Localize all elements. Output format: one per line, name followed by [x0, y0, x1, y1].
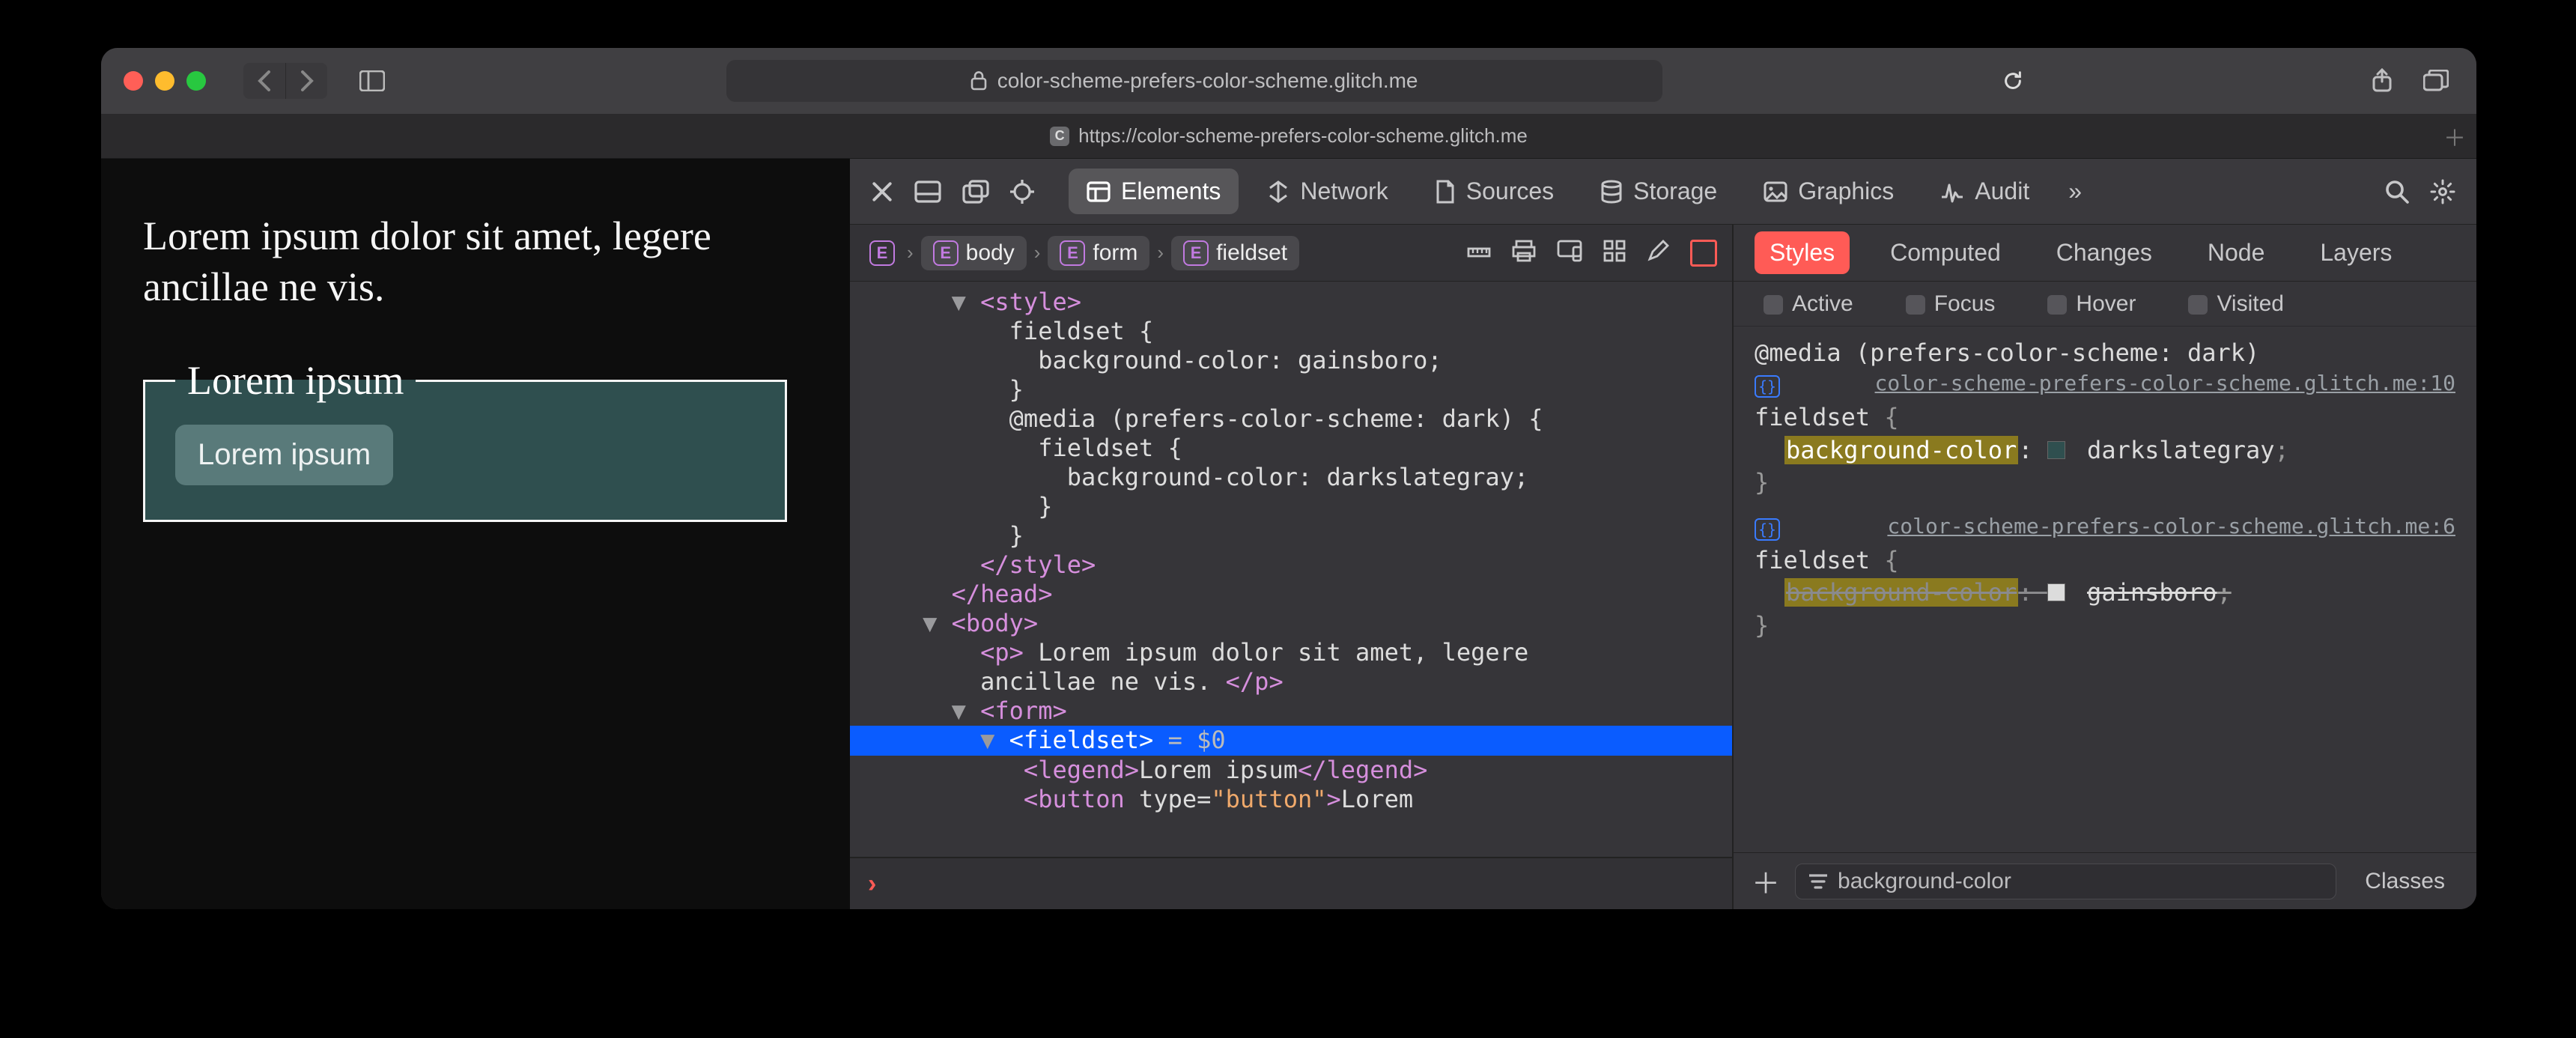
window-controls	[124, 71, 206, 91]
pseudo-visited[interactable]: Visited	[2188, 291, 2284, 317]
tabs-button[interactable]	[2418, 63, 2454, 99]
pseudo-class-toggles: Active Focus Hover Visited	[1734, 282, 2476, 327]
minimize-window-button[interactable]	[155, 71, 174, 91]
back-button[interactable]	[243, 63, 285, 99]
rule2-value[interactable]: gainsboro	[2087, 578, 2217, 607]
maximize-window-button[interactable]	[186, 71, 206, 91]
tab-sources-label: Sources	[1466, 177, 1554, 205]
breadcrumb-fieldset[interactable]: Efieldset	[1171, 236, 1299, 270]
style-rules[interactable]: @media (prefers-color-scheme: dark) {} c…	[1734, 327, 2476, 852]
search-button[interactable]	[2385, 180, 2409, 204]
rule1-value[interactable]: darkslategray	[2087, 436, 2274, 464]
classes-toggle-button[interactable]: Classes	[2351, 861, 2458, 902]
tab-audit-label: Audit	[1975, 177, 2029, 205]
color-swatch-darkslategray[interactable]	[2047, 441, 2065, 459]
browser-window: color-scheme-prefers-color-scheme.glitch…	[101, 48, 2476, 909]
pseudo-active[interactable]: Active	[1764, 291, 1853, 317]
tab-elements-label: Elements	[1121, 177, 1221, 205]
rule1-property[interactable]: background-color	[1784, 436, 2018, 464]
styles-tab-styles[interactable]: Styles	[1755, 231, 1850, 274]
tab-network[interactable]: Network	[1249, 169, 1406, 214]
close-devtools-button[interactable]	[871, 180, 893, 203]
styles-tab-computed[interactable]: Computed	[1875, 231, 2016, 274]
tab-title[interactable]: https://color-scheme-prefers-color-schem…	[1078, 124, 1528, 148]
tab-sources[interactable]: Sources	[1417, 169, 1572, 214]
titlebar: color-scheme-prefers-color-scheme.glitch…	[101, 48, 2476, 114]
close-window-button[interactable]	[124, 71, 143, 91]
paint-icon[interactable]	[1647, 240, 1669, 267]
styles-tab-changes[interactable]: Changes	[2041, 231, 2167, 274]
tab-favicon: C	[1050, 127, 1069, 146]
devtools-toolbar: Elements Network Sources Storage	[850, 159, 2476, 225]
styles-footer: ＋ background-color Classes	[1734, 852, 2476, 909]
page-legend: Lorem ipsum	[175, 357, 416, 404]
rule2-source-link[interactable]: color-scheme-prefers-color-scheme.glitch…	[1887, 512, 2455, 541]
ruler-icon[interactable]	[1467, 240, 1491, 267]
grid-icon[interactable]	[1603, 240, 1626, 267]
tab-graphics-label: Graphics	[1798, 177, 1894, 205]
breadcrumb-form[interactable]: Eform	[1048, 236, 1149, 270]
dock-popout-icon[interactable]	[962, 180, 989, 204]
breadcrumb-root[interactable]: E	[865, 236, 899, 270]
selected-dom-node[interactable]: ▼ <fieldset> = $0	[850, 726, 1732, 755]
reload-button[interactable]	[1995, 63, 2031, 99]
console-prompt-icon: ›	[868, 869, 876, 899]
lock-icon	[970, 71, 987, 91]
compositing-borders-icon[interactable]	[1690, 240, 1717, 267]
styles-panel-tabs: Styles Computed Changes Node Layers	[1734, 225, 2476, 282]
page-viewport: Lorem ipsum dolor sit amet, legere ancil…	[101, 159, 850, 909]
address-bar[interactable]: color-scheme-prefers-color-scheme.glitch…	[726, 60, 1662, 102]
tab-strip: C https://color-scheme-prefers-color-sch…	[101, 114, 2476, 159]
tab-elements[interactable]: Elements	[1069, 169, 1239, 214]
styles-filter-value: background-color	[1838, 869, 2011, 894]
device-icon[interactable]	[1557, 240, 1582, 267]
sidebar-toggle-button[interactable]	[351, 63, 393, 99]
print-icon[interactable]	[1512, 240, 1536, 267]
tab-storage[interactable]: Storage	[1582, 169, 1735, 214]
console-drawer[interactable]: ›	[850, 857, 1732, 909]
forward-button[interactable]	[285, 63, 327, 99]
breadcrumb-bar: E › Ebody › Eform › Efieldset	[850, 225, 1732, 282]
rule-source-icon[interactable]: {}	[1755, 375, 1780, 398]
rule-source-icon[interactable]: {}	[1755, 518, 1780, 541]
share-button[interactable]	[2364, 63, 2400, 99]
rule1-source-link[interactable]: color-scheme-prefers-color-scheme.glitch…	[1875, 369, 2455, 398]
media-query-label: @media (prefers-color-scheme: dark)	[1755, 337, 2455, 369]
elements-panel: E › Ebody › Eform › Efieldset	[850, 225, 1734, 909]
page-paragraph: Lorem ipsum dolor sit amet, legere ancil…	[143, 211, 808, 312]
new-rule-button[interactable]: ＋	[1752, 861, 1780, 902]
styles-panel: Styles Computed Changes Node Layers Acti…	[1734, 225, 2476, 909]
pseudo-hover[interactable]: Hover	[2047, 291, 2136, 317]
tab-storage-label: Storage	[1633, 177, 1717, 205]
tab-audit[interactable]: Audit	[1922, 169, 2047, 214]
breadcrumb-body[interactable]: Ebody	[921, 236, 1027, 270]
tab-network-label: Network	[1300, 177, 1388, 205]
rule2-property[interactable]: background-color	[1784, 578, 2018, 607]
filter-icon	[1809, 874, 1827, 889]
devtools: Elements Network Sources Storage	[850, 159, 2476, 909]
settings-button[interactable]	[2430, 179, 2455, 204]
page-button[interactable]: Lorem ipsum	[175, 425, 393, 485]
color-swatch-gainsboro[interactable]	[2047, 583, 2065, 601]
new-tab-button[interactable]: ＋	[2443, 120, 2466, 153]
styles-filter-input[interactable]: background-color	[1795, 864, 2336, 899]
overflow-tabs-button[interactable]: »	[2068, 177, 2082, 205]
pseudo-focus[interactable]: Focus	[1906, 291, 1996, 317]
styles-tab-node[interactable]: Node	[2193, 231, 2280, 274]
styles-tab-layers[interactable]: Layers	[2305, 231, 2407, 274]
inspect-element-button[interactable]	[1010, 180, 1034, 204]
dock-bottom-icon[interactable]	[914, 180, 941, 203]
tab-graphics[interactable]: Graphics	[1746, 169, 1912, 214]
address-text: color-scheme-prefers-color-scheme.glitch…	[997, 69, 1418, 93]
dom-tree[interactable]: ▼ <style> fieldset { background-color: g…	[850, 282, 1732, 857]
page-fieldset: Lorem ipsum Lorem ipsum	[143, 357, 787, 522]
